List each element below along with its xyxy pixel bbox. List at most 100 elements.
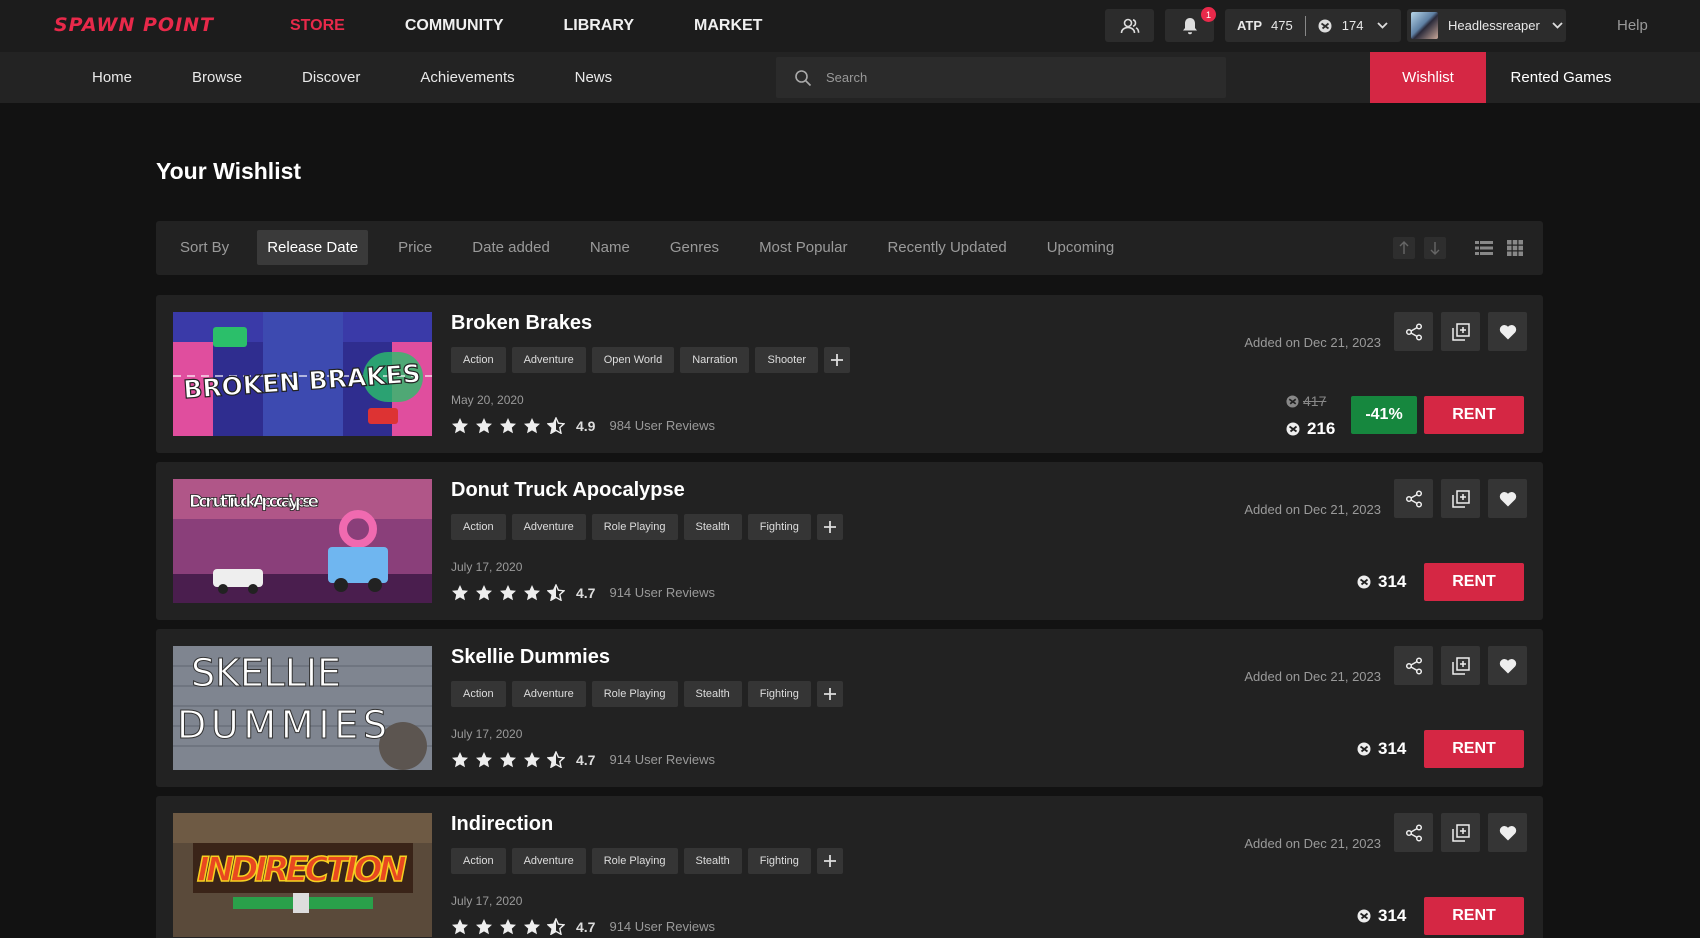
game-thumbnail[interactable]: SKELLIE DUMMIES [173, 646, 432, 770]
genre-tag[interactable]: Stealth [683, 681, 742, 707]
wishlist-heart-button[interactable] [1488, 312, 1527, 351]
game-title[interactable]: Indirection [451, 813, 553, 836]
add-to-library-button[interactable] [1441, 479, 1480, 518]
sale-price: 216 [1286, 419, 1335, 439]
thumbnail-art: BROKEN BRAKES [173, 312, 432, 436]
rent-button[interactable]: RENT [1424, 897, 1524, 935]
genre-tag[interactable]: Action [451, 514, 506, 540]
sort-date-added[interactable]: Date added [462, 230, 560, 265]
genre-tag[interactable]: Adventure [511, 514, 586, 540]
stars-display [451, 918, 568, 935]
sort-recently-updated[interactable]: Recently Updated [877, 230, 1016, 265]
share-icon [1405, 322, 1422, 341]
share-button[interactable] [1394, 646, 1433, 685]
game-title[interactable]: Skellie Dummies [451, 646, 610, 669]
sort-ascending-button[interactable] [1393, 237, 1415, 259]
nav-store[interactable]: STORE [290, 17, 345, 35]
share-button[interactable] [1394, 479, 1433, 518]
plus-icon [823, 521, 836, 533]
genre-tag[interactable]: Adventure [511, 347, 586, 373]
game-thumbnail[interactable]: BROKEN BRAKES [173, 312, 432, 436]
genre-tag[interactable]: Stealth [683, 514, 742, 540]
add-copy-icon [1451, 322, 1470, 341]
genre-tag[interactable]: Adventure [511, 848, 586, 874]
release-date: May 20, 2020 [451, 393, 524, 407]
subnav-browse[interactable]: Browse [192, 69, 242, 86]
sort-descending-button[interactable] [1424, 237, 1446, 259]
list-view-button[interactable] [1473, 237, 1495, 259]
genre-tag[interactable]: Fighting [747, 514, 811, 540]
grid-view-button[interactable] [1504, 237, 1526, 259]
add-to-library-button[interactable] [1441, 813, 1480, 852]
game-thumbnail[interactable]: INDIRECTION [173, 813, 432, 937]
review-count[interactable]: 914 User Reviews [609, 585, 715, 600]
genre-tag[interactable]: Role Playing [591, 514, 678, 540]
add-to-library-button[interactable] [1441, 312, 1480, 351]
genre-tag[interactable]: Role Playing [591, 681, 678, 707]
genre-tags: Action Adventure Role Playing Stealth Fi… [451, 514, 843, 540]
genre-tag[interactable]: Narration [680, 347, 750, 373]
review-count[interactable]: 984 User Reviews [609, 418, 715, 433]
more-tags-button[interactable] [816, 514, 843, 540]
search-input[interactable] [826, 70, 1206, 85]
sort-most-popular[interactable]: Most Popular [749, 230, 857, 265]
logo[interactable]: SPAWN POINT [54, 14, 214, 36]
subnav-discover[interactable]: Discover [302, 69, 360, 86]
genre-tag[interactable]: Shooter [755, 347, 819, 373]
stars-display [451, 417, 568, 434]
genre-tag[interactable]: Stealth [683, 848, 742, 874]
tab-rented-games[interactable]: Rented Games [1486, 52, 1636, 103]
wishlist-heart-button[interactable] [1488, 813, 1527, 852]
review-count[interactable]: 914 User Reviews [609, 919, 715, 934]
genre-tag[interactable]: Action [451, 848, 506, 874]
subnav-home[interactable]: Home [92, 69, 132, 86]
more-tags-button[interactable] [816, 848, 843, 874]
help-link[interactable]: Help [1617, 17, 1648, 34]
genre-tag[interactable]: Adventure [511, 681, 586, 707]
thumbnail-art: SKELLIE DUMMIES [173, 646, 432, 770]
tab-wishlist[interactable]: Wishlist [1370, 52, 1486, 103]
sort-price[interactable]: Price [388, 230, 442, 265]
profile-menu[interactable]: Headlessreaper [1407, 9, 1566, 42]
game-thumbnail[interactable]: Donut Truck Apocalypse [173, 479, 432, 603]
sort-upcoming[interactable]: Upcoming [1037, 230, 1125, 265]
sort-bar: Sort By Release Date Price Date added Na… [156, 221, 1543, 275]
more-tags-button[interactable] [816, 681, 843, 707]
sort-genres[interactable]: Genres [660, 230, 729, 265]
genre-tag[interactable]: Role Playing [591, 848, 678, 874]
nav-community[interactable]: COMMUNITY [405, 17, 504, 35]
rent-button[interactable]: RENT [1424, 730, 1524, 768]
share-button[interactable] [1394, 813, 1433, 852]
store-subnav: Home Browse Discover Achievements News [92, 52, 672, 103]
currency-widget[interactable]: ATP 475 174 [1225, 9, 1401, 42]
add-to-library-button[interactable] [1441, 646, 1480, 685]
date-added: Added on Dec 21, 2023 [1244, 502, 1381, 517]
thumbnail-art: Donut Truck Apocalypse [173, 479, 432, 603]
review-count[interactable]: 914 User Reviews [609, 752, 715, 767]
nav-market[interactable]: MARKET [694, 17, 762, 35]
notifications-button[interactable]: 1 [1165, 7, 1216, 42]
stars-display [451, 751, 568, 768]
share-button[interactable] [1394, 312, 1433, 351]
genre-tag[interactable]: Action [451, 681, 506, 707]
genre-tag[interactable]: Open World [591, 347, 675, 373]
nav-library[interactable]: LIBRARY [563, 17, 634, 35]
genre-tag[interactable]: Fighting [747, 848, 811, 874]
sort-release-date[interactable]: Release Date [257, 230, 369, 265]
wishlist-heart-button[interactable] [1488, 646, 1527, 685]
game-title[interactable]: Donut Truck Apocalypse [451, 479, 685, 502]
chevron-down-icon [1552, 22, 1563, 29]
coin-icon [1318, 19, 1332, 32]
genre-tag[interactable]: Action [451, 347, 506, 373]
friends-button[interactable] [1105, 9, 1154, 42]
game-title[interactable]: Broken Brakes [451, 312, 592, 335]
rent-button[interactable]: RENT [1424, 563, 1524, 601]
rent-button[interactable]: RENT [1424, 396, 1524, 434]
subnav-achievements[interactable]: Achievements [420, 69, 514, 86]
genre-tag[interactable]: Fighting [747, 681, 811, 707]
wishlist-heart-button[interactable] [1488, 479, 1527, 518]
more-tags-button[interactable] [824, 347, 851, 373]
star-rating: 4.7 914 User Reviews [451, 751, 715, 768]
subnav-news[interactable]: News [575, 69, 613, 86]
sort-name[interactable]: Name [580, 230, 640, 265]
